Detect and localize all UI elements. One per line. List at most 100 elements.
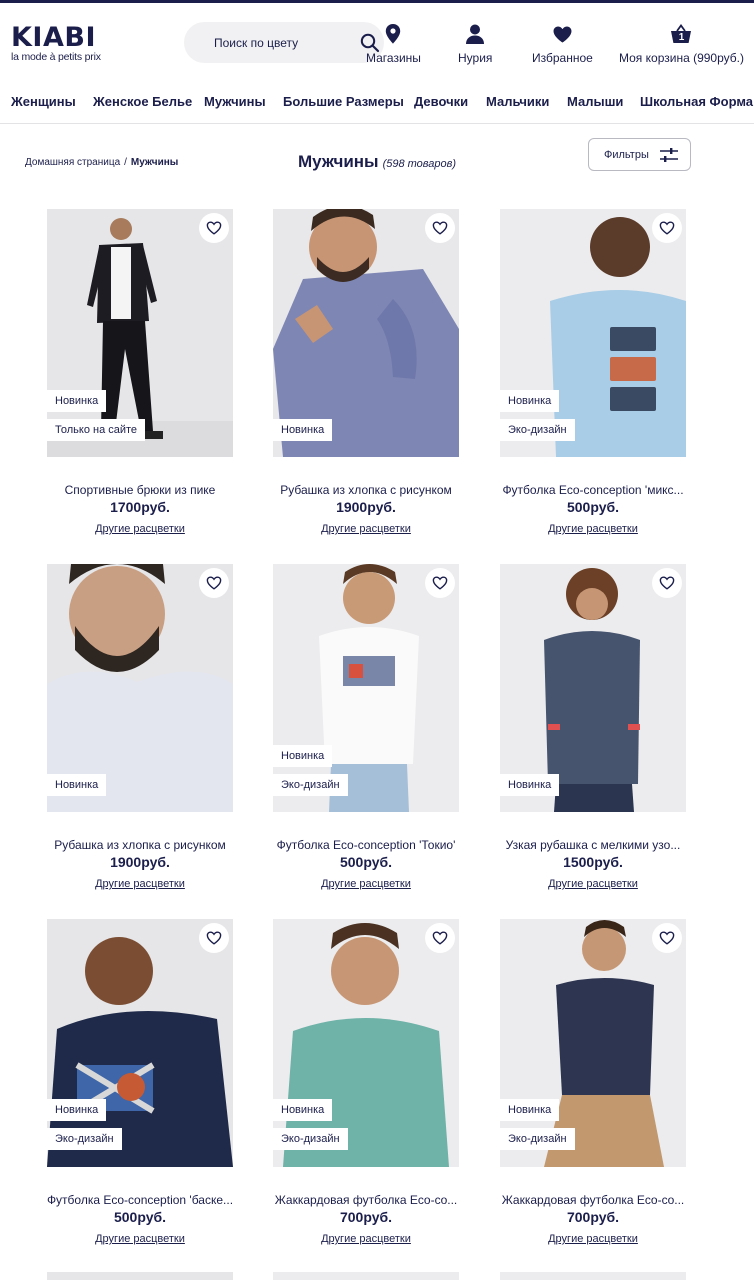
new-badge: Новинка	[500, 1099, 560, 1121]
new-badge: Новинка	[500, 774, 560, 796]
product-image-partial[interactable]	[500, 1272, 686, 1280]
search-input[interactable]: Поиск по цвету	[184, 22, 384, 63]
cart-label: Моя корзина (990руб.)	[619, 51, 744, 65]
stores-label: Магазины	[366, 51, 421, 65]
cart-link[interactable]: 1 Моя корзина (990руб.)	[619, 23, 744, 65]
favorite-button[interactable]	[199, 568, 229, 598]
favorite-button[interactable]	[652, 923, 682, 953]
account-link[interactable]: Нурия	[458, 23, 492, 65]
favorites-link[interactable]: Избранное	[532, 23, 593, 65]
favorite-button[interactable]	[425, 923, 455, 953]
product-name[interactable]: Спортивные брюки из пике	[41, 483, 239, 497]
sliders-icon	[660, 148, 678, 167]
other-colors-link[interactable]: Другие расцветки	[47, 1233, 233, 1245]
new-badge: Новинка	[47, 1099, 107, 1121]
favorite-button[interactable]	[652, 213, 682, 243]
product-image-partial[interactable]	[273, 1272, 459, 1280]
nav-item-school-uniform[interactable]: Школьная Форма	[640, 94, 753, 109]
breadcrumb-separator: /	[124, 157, 127, 168]
other-colors-link[interactable]: Другие расцветки	[47, 878, 233, 890]
product-image-partial[interactable]	[47, 1272, 233, 1280]
product-price: 1700руб.	[110, 499, 170, 515]
new-badge: Новинка	[273, 1099, 333, 1121]
user-icon	[466, 24, 485, 44]
logo-wordmark: KIABI	[11, 22, 96, 53]
heart-outline-icon	[659, 221, 675, 235]
product-price: 700руб.	[566, 1209, 620, 1225]
favorite-button[interactable]	[199, 213, 229, 243]
other-colors-link[interactable]: Другие расцветки	[500, 1233, 686, 1245]
logo-tagline: la mode à petits prix	[11, 51, 101, 63]
eco-design-badge: Эко-дизайн	[273, 1128, 348, 1150]
location-pin-icon	[386, 24, 401, 44]
page-title: Мужчины	[298, 152, 379, 171]
heart-outline-icon	[432, 221, 448, 235]
nav-item-plus-size[interactable]: Большие Размеры	[283, 94, 404, 109]
product-name[interactable]: Жаккардовая футболка Eco-co...	[494, 1193, 692, 1207]
product-name[interactable]: Рубашка из хлопка с рисунком	[41, 838, 239, 852]
eco-design-badge: Эко-дизайн	[500, 419, 575, 441]
heart-outline-icon	[206, 931, 222, 945]
stores-link[interactable]: Магазины	[366, 23, 421, 65]
nav-item-women[interactable]: Женщины	[11, 94, 76, 109]
product-name[interactable]: Жаккардовая футболка Eco-co...	[267, 1193, 465, 1207]
cart-count-badge: 1	[678, 32, 685, 43]
site-header: KIABI la mode à petits prix Поиск по цве…	[0, 3, 754, 79]
new-badge: Новинка	[500, 390, 560, 412]
new-badge: Новинка	[47, 390, 107, 412]
favorite-button[interactable]	[425, 213, 455, 243]
other-colors-link[interactable]: Другие расцветки	[273, 523, 459, 535]
favorite-button[interactable]	[652, 568, 682, 598]
heart-outline-icon	[659, 931, 675, 945]
eco-design-badge: Эко-дизайн	[47, 1128, 122, 1150]
favorite-button[interactable]	[425, 568, 455, 598]
kiabi-logo[interactable]: KIABI la mode à petits prix	[11, 22, 121, 63]
new-badge: Новинка	[47, 774, 107, 796]
breadcrumb-home[interactable]: Домашняя страница	[25, 157, 120, 168]
favorites-label: Избранное	[532, 51, 593, 65]
other-colors-link[interactable]: Другие расцветки	[500, 523, 686, 535]
nav-item-lingerie[interactable]: Женское Белье	[93, 94, 192, 109]
product-price: 500руб.	[339, 854, 393, 870]
favorite-button[interactable]	[199, 923, 229, 953]
product-name[interactable]: Узкая рубашка с мелкими узо...	[494, 838, 692, 852]
heart-outline-icon	[432, 931, 448, 945]
product-price: 1500руб.	[563, 854, 623, 870]
product-name[interactable]: Футболка Eco-conception 'микс...	[494, 483, 692, 497]
product-price: 500руб.	[566, 499, 620, 515]
nav-item-babies[interactable]: Малыши	[567, 94, 623, 109]
filters-label: Фильтры	[604, 149, 649, 161]
product-count: (598 товаров)	[382, 158, 457, 170]
account-label: Нурия	[458, 51, 493, 65]
nav-item-boys[interactable]: Мальчики	[486, 94, 549, 109]
product-name[interactable]: Футболка Eco-conception 'баске...	[41, 1193, 239, 1207]
product-price: 700руб.	[339, 1209, 393, 1225]
other-colors-link[interactable]: Другие расцветки	[47, 523, 233, 535]
breadcrumb-current: Мужчины	[130, 157, 179, 168]
heart-outline-icon	[432, 576, 448, 590]
breadcrumb: Домашняя страница / Мужчины	[25, 157, 178, 168]
heart-outline-icon	[206, 221, 222, 235]
heart-icon	[553, 25, 572, 43]
heart-outline-icon	[206, 576, 222, 590]
nav-item-men[interactable]: Мужчины	[204, 94, 266, 109]
category-nav: Женщины Женское Белье Мужчины Большие Ра…	[0, 80, 754, 124]
new-badge: Новинка	[273, 745, 333, 767]
product-name[interactable]: Футболка Eco-conception 'Токио'	[267, 838, 465, 852]
online-only-badge: Только на сайте	[47, 419, 146, 441]
other-colors-link[interactable]: Другие расцветки	[273, 878, 459, 890]
page-heading: Мужчины (598 товаров)	[298, 152, 456, 172]
nav-item-girls[interactable]: Девочки	[414, 94, 468, 109]
eco-design-badge: Эко-дизайн	[273, 774, 348, 796]
new-badge: Новинка	[273, 419, 333, 441]
heart-outline-icon	[659, 576, 675, 590]
product-price: 1900руб.	[336, 499, 396, 515]
filters-button[interactable]: Фильтры	[588, 138, 691, 171]
eco-design-badge: Эко-дизайн	[500, 1128, 575, 1150]
product-price: 500руб.	[113, 1209, 167, 1225]
other-colors-link[interactable]: Другие расцветки	[500, 878, 686, 890]
search-placeholder: Поиск по цвету	[214, 36, 299, 50]
other-colors-link[interactable]: Другие расцветки	[273, 1233, 459, 1245]
product-name[interactable]: Рубашка из хлопка с рисунком	[267, 483, 465, 497]
product-price: 1900руб.	[110, 854, 170, 870]
